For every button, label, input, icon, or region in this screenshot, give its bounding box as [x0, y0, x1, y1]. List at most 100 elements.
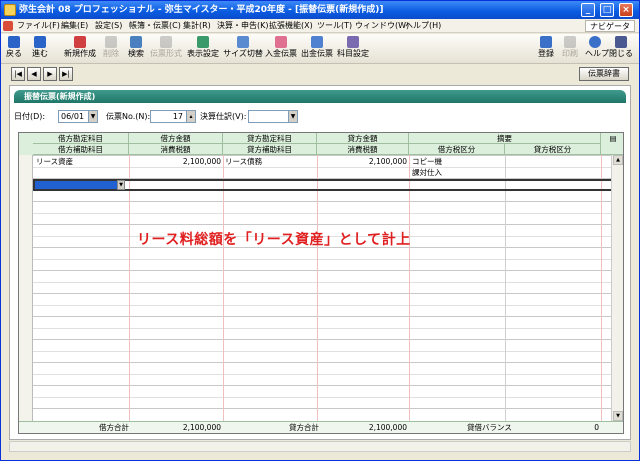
slip-no-label: 伝票No.(N):: [106, 112, 151, 121]
menu-extensions[interactable]: 拡張機能(X): [269, 20, 313, 32]
status-bar: [1, 452, 639, 460]
slip-format-button[interactable]: 伝票形式: [149, 36, 183, 62]
help-icon: [589, 36, 601, 48]
grid-row-line: [33, 396, 613, 398]
menu-summary[interactable]: 集計(R): [183, 20, 211, 32]
chevron-down-icon[interactable]: ▼: [288, 111, 297, 122]
grid-row-line: [33, 373, 613, 375]
menu-tools[interactable]: ツール(T): [317, 20, 352, 32]
header-credit-sub-account: 貸方補助科目: [223, 144, 317, 155]
printer-icon: [564, 36, 576, 48]
chevron-down-icon[interactable]: ▼: [88, 111, 97, 122]
menu-window[interactable]: ウィンドウ(W): [355, 20, 409, 32]
back-button[interactable]: 戻る: [5, 36, 23, 62]
spinner-icon[interactable]: ▴: [186, 111, 195, 122]
title-bar: 弥生会計 08 プロフェッショナル - 弥生マイスター・平成20年度 - [振替…: [1, 1, 639, 19]
chevron-down-icon[interactable]: ▼: [117, 180, 125, 190]
new-button[interactable]: 新規作成: [63, 36, 97, 62]
close-button[interactable]: ×: [619, 3, 633, 17]
scroll-up-icon[interactable]: ▲: [613, 155, 623, 165]
header-credit-tax: 消費税額: [317, 144, 409, 155]
new-document-icon: [74, 36, 86, 48]
minimize-button[interactable]: _: [581, 3, 595, 17]
close-window-button[interactable]: 閉じる: [609, 36, 633, 62]
grid-footer: 借方合計 2,100,000 貸方合計 2,100,000 貸借バランス 0: [19, 421, 623, 433]
grid-row-line: [33, 201, 613, 202]
next-record-button[interactable]: ▶: [43, 67, 57, 81]
menu-bar: ファイル(F) 編集(E) 設定(S) 帳簿・伝票(C) 集計(R) 決算・申告…: [1, 19, 639, 33]
row1-credit-account[interactable]: リース債務: [225, 156, 262, 167]
menu-closing[interactable]: 決算・申告(K): [217, 20, 269, 32]
receipt-slip-button[interactable]: 入金伝票: [265, 36, 297, 62]
account-settings-icon: [347, 36, 359, 48]
grid-column-line: [129, 155, 130, 423]
credit-total-label: 貸方合計: [289, 423, 319, 432]
header-debit-sub-account: 借方補助科目: [33, 144, 129, 155]
document-icon[interactable]: [3, 21, 13, 31]
header-credit-tax-class: 貸方税区分: [505, 144, 601, 155]
navigator-button[interactable]: ナビゲータ: [585, 20, 635, 32]
display-settings-button[interactable]: 表示設定: [187, 36, 219, 62]
row1-debit-account[interactable]: リース資産: [36, 156, 73, 167]
header-credit-amount: 貸方金額: [317, 133, 409, 144]
header-credit-account: 貸方勘定科目: [223, 133, 317, 144]
row1-debit-amount[interactable]: 2,100,000: [129, 156, 221, 167]
active-cell[interactable]: [35, 181, 125, 189]
back-arrow-icon: [8, 36, 20, 48]
slip-no-field[interactable]: 17 ▴: [150, 110, 196, 123]
memo-icon[interactable]: ▤: [601, 133, 623, 155]
grid-row-line: [33, 224, 613, 225]
grid-row-line: [33, 293, 613, 294]
row1-debit-tax-class[interactable]: 課対仕入: [412, 167, 442, 178]
maximize-button[interactable]: □: [600, 3, 614, 17]
receipt-slip-icon: [275, 36, 287, 48]
prev-record-button[interactable]: ◀: [27, 67, 41, 81]
grid-column-line: [601, 155, 602, 423]
menu-edit[interactable]: 編集(E): [61, 20, 88, 32]
header-memo: 摘要: [409, 133, 601, 144]
header-debit-tax: 消費税額: [129, 144, 223, 155]
settlement-label: 決算仕訳(V):: [200, 112, 247, 121]
forward-button[interactable]: 進む: [31, 36, 49, 62]
menu-settings[interactable]: 設定(S): [95, 20, 122, 32]
menu-help[interactable]: ヘルプ(H): [405, 20, 441, 32]
door-icon: [615, 36, 627, 48]
help-button[interactable]: ヘルプ: [585, 36, 609, 62]
slip-dictionary-button[interactable]: 伝票辞書: [579, 67, 629, 81]
size-toggle-button[interactable]: サイズ切替: [223, 36, 263, 62]
menu-file[interactable]: ファイル(F): [17, 20, 60, 32]
horizontal-scrollbar[interactable]: [9, 441, 631, 452]
payment-slip-button[interactable]: 出金伝票: [301, 36, 333, 62]
first-record-button[interactable]: |◀: [11, 67, 25, 81]
grid-row-line: [33, 327, 613, 329]
grid-row-line: [33, 362, 613, 363]
account-settings-button[interactable]: 科目設定: [337, 36, 369, 62]
forward-arrow-icon: [34, 36, 46, 48]
header-debit-tax-class: 借方税区分: [409, 144, 505, 155]
register-button[interactable]: 登録: [537, 36, 555, 62]
app-window: 弥生会計 08 プロフェッショナル - 弥生マイスター・平成20年度 - [振替…: [0, 0, 640, 461]
debit-total: 2,100,000: [182, 423, 221, 432]
date-field[interactable]: 06/01 ▼: [58, 110, 98, 123]
scroll-down-icon[interactable]: ▼: [613, 411, 623, 421]
date-label: 日付(D):: [14, 112, 46, 121]
credit-total: 2,100,000: [368, 423, 407, 432]
row1-memo[interactable]: コピー機: [412, 156, 442, 167]
menu-books[interactable]: 帳簿・伝票(C): [129, 20, 181, 32]
toolbar: 戻る 進む 新規作成 削除 検索 伝票形式 表示設定 サイズ切替 入金伝票 出金…: [1, 34, 639, 64]
delete-button[interactable]: 削除: [99, 36, 123, 62]
trash-icon: [105, 36, 117, 48]
search-button[interactable]: 検索: [125, 36, 147, 62]
debit-total-label: 借方合計: [99, 423, 129, 432]
row1-credit-amount[interactable]: 2,100,000: [317, 156, 407, 167]
print-button[interactable]: 印刷: [561, 36, 579, 62]
resize-icon: [237, 36, 249, 48]
window-title: 弥生会計 08 プロフェッショナル - 弥生マイスター・平成20年度 - [振替…: [19, 5, 384, 15]
vertical-scrollbar[interactable]: ▲ ▼: [611, 155, 623, 421]
grid-row-line: [33, 408, 613, 409]
last-record-button[interactable]: ▶|: [59, 67, 73, 81]
format-icon: [160, 36, 172, 48]
settlement-select[interactable]: ▼: [248, 110, 298, 123]
grid-row-line: [33, 258, 613, 260]
app-icon: [4, 4, 16, 16]
